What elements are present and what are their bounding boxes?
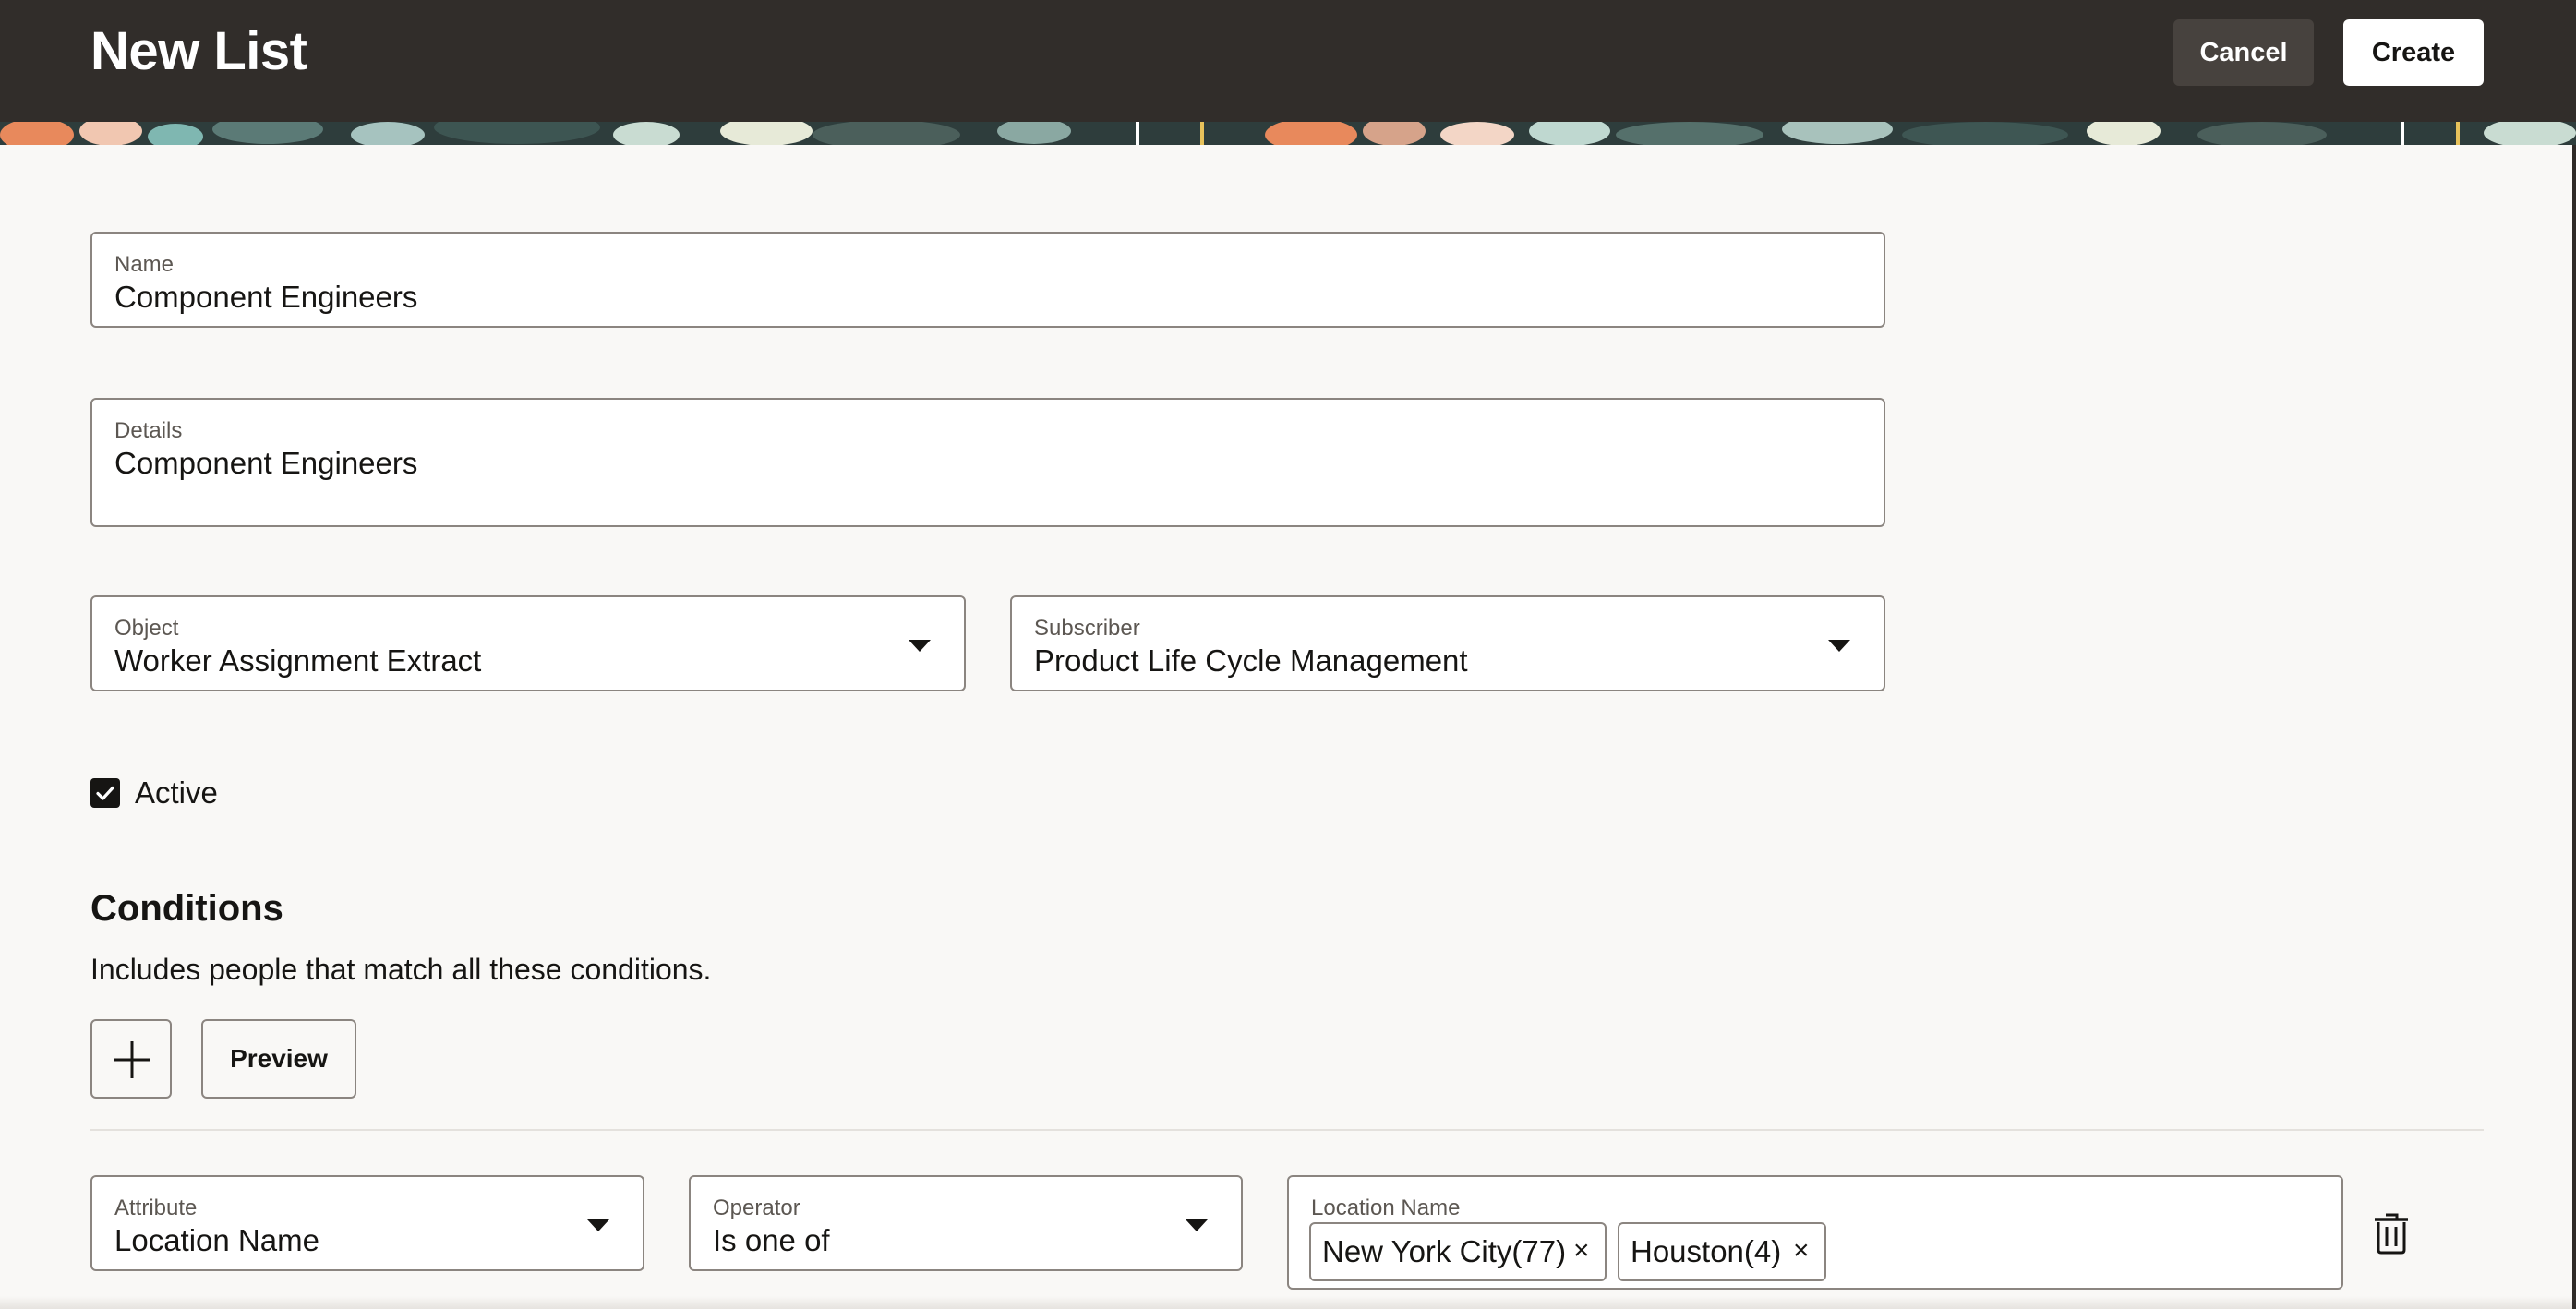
form-content: Name Component Engineers Details Compone… [0, 145, 2572, 1309]
active-checkbox[interactable] [90, 778, 120, 808]
caret-down-icon[interactable] [909, 640, 931, 652]
chip-new-york-city[interactable]: New York City(77) × [1309, 1222, 1607, 1281]
page-title: New List [90, 21, 307, 81]
name-value: Component Engineers [114, 280, 418, 314]
page-header: New List Cancel Create [0, 0, 2576, 122]
decorative-banner [0, 122, 2576, 145]
caret-down-icon[interactable] [1828, 640, 1850, 652]
close-icon[interactable]: × [1573, 1235, 1590, 1267]
name-label: Name [114, 252, 175, 277]
cancel-button[interactable]: Cancel [2173, 19, 2314, 86]
name-field[interactable]: Name Component Engineers [90, 232, 1885, 328]
subscriber-label: Subscriber [1034, 616, 1140, 641]
chip-label: Houston(4) [1631, 1234, 1782, 1268]
close-icon[interactable]: × [1793, 1235, 1810, 1267]
attribute-value: Location Name [114, 1223, 319, 1257]
conditions-title: Conditions [90, 888, 283, 929]
add-condition-button[interactable] [90, 1019, 172, 1099]
object-value: Worker Assignment Extract [114, 643, 482, 678]
caret-down-icon[interactable] [587, 1219, 609, 1231]
subscriber-select[interactable]: Subscriber Product Life Cycle Management [1010, 595, 1885, 691]
conditions-divider [90, 1129, 2484, 1131]
check-icon [96, 786, 114, 800]
conditions-description: Includes people that match all these con… [90, 953, 712, 986]
attribute-label: Attribute [114, 1195, 198, 1220]
details-field[interactable]: Details Component Engineers [90, 398, 1885, 527]
plus-icon [114, 1041, 150, 1078]
location-name-label: Location Name [1311, 1195, 1461, 1220]
scrollbar[interactable] [2572, 145, 2576, 374]
details-value: Component Engineers [114, 446, 418, 480]
chip-label: New York City(77) [1322, 1234, 1567, 1268]
trash-icon [2375, 1213, 2408, 1255]
create-button[interactable]: Create [2343, 19, 2484, 86]
operator-value: Is one of [713, 1223, 830, 1257]
attribute-select[interactable]: Attribute Location Name [90, 1175, 644, 1271]
chip-houston[interactable]: Houston(4) × [1618, 1222, 1826, 1281]
delete-condition-button[interactable] [2371, 1211, 2412, 1260]
preview-button[interactable]: Preview [201, 1019, 356, 1099]
operator-label: Operator [713, 1195, 800, 1220]
bottom-shadow [0, 1296, 2572, 1309]
subscriber-value: Product Life Cycle Management [1034, 643, 1468, 678]
caret-down-icon[interactable] [1186, 1219, 1208, 1231]
object-label: Object [114, 616, 179, 641]
operator-select[interactable]: Operator Is one of [689, 1175, 1243, 1271]
details-label: Details [114, 418, 183, 443]
active-label: Active [135, 775, 218, 810]
object-select[interactable]: Object Worker Assignment Extract [90, 595, 966, 691]
